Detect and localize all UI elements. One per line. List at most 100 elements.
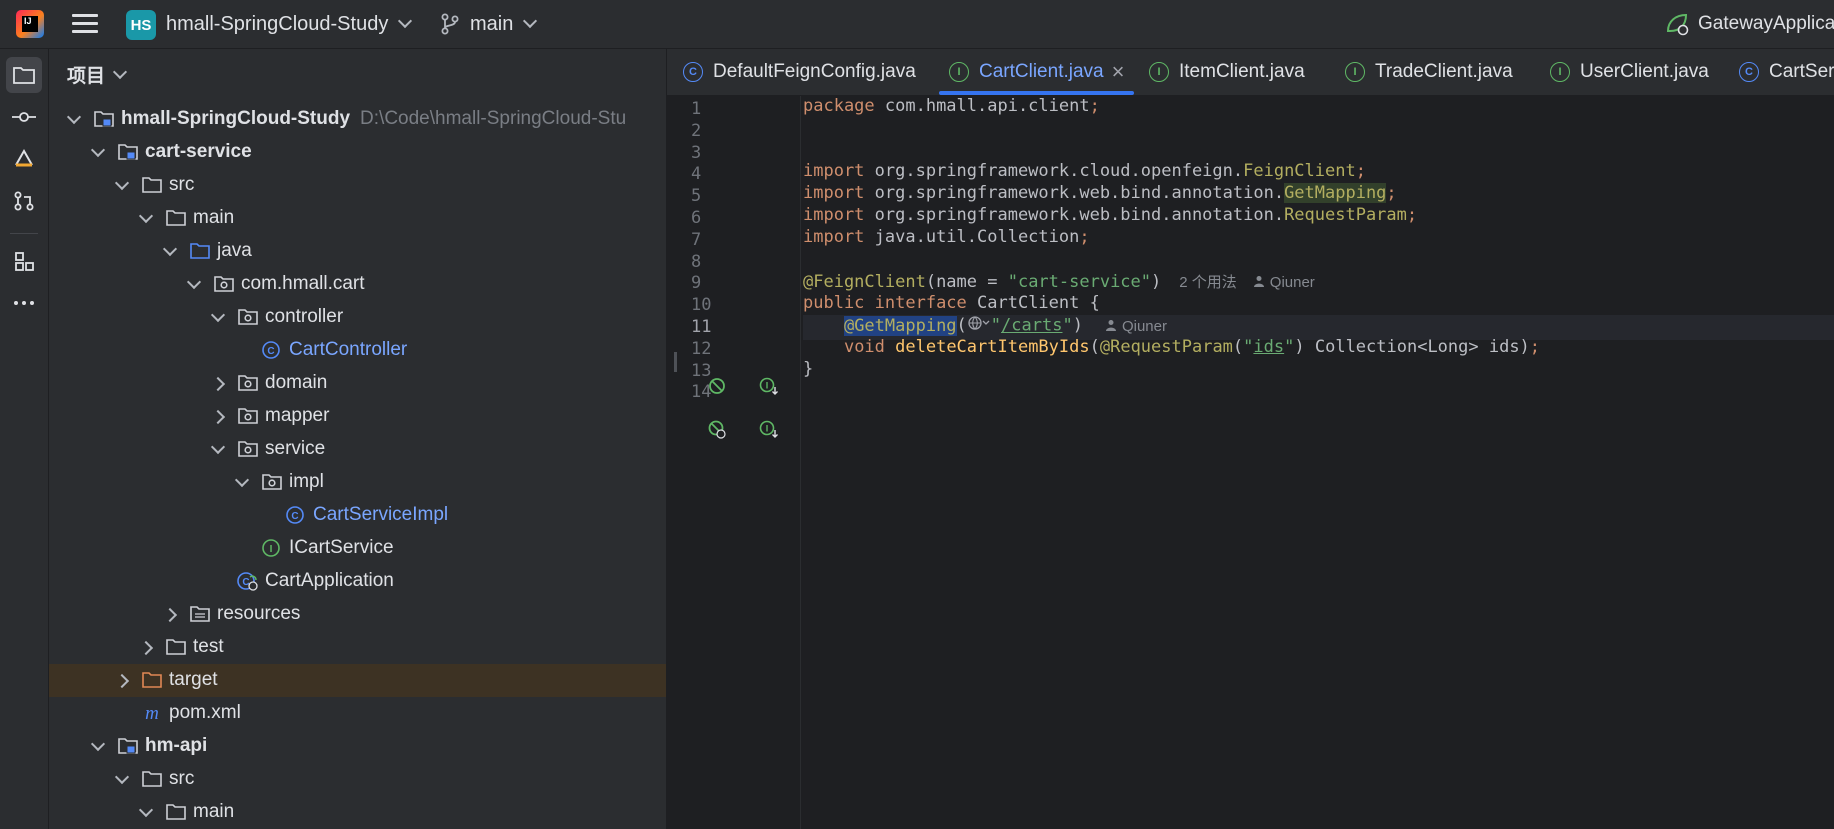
chevron-down-icon[interactable] xyxy=(66,109,82,125)
git-branch-icon xyxy=(441,13,459,35)
panel-title-label: 项目 xyxy=(67,66,106,87)
tree-row[interactable]: C CartServiceImpl xyxy=(49,499,666,532)
tree-row-label: main xyxy=(193,207,235,228)
chevron-down-icon[interactable] xyxy=(138,802,154,818)
editor-tab[interactable]: I UserClient.java xyxy=(1550,49,1709,95)
run-configuration-selector[interactable]: GatewayApplica xyxy=(1664,0,1834,48)
more-tools-button[interactable] xyxy=(6,285,42,321)
folder-icon xyxy=(141,175,163,195)
tree-row[interactable]: src xyxy=(49,169,666,202)
folder-icon xyxy=(13,67,35,84)
tree-row-label: main xyxy=(193,801,235,822)
chevron-down-icon[interactable] xyxy=(162,241,178,257)
interface-icon: I xyxy=(1149,62,1169,82)
project-badge[interactable]: HS xyxy=(126,10,156,40)
tree-row[interactable]: java xyxy=(49,235,666,268)
svg-text:I: I xyxy=(766,381,769,391)
folder-icon xyxy=(165,802,187,822)
chevron-down-icon[interactable] xyxy=(186,274,202,290)
chevron-right-icon[interactable] xyxy=(114,673,130,689)
class-icon: C xyxy=(683,62,703,82)
tree-row[interactable]: test xyxy=(49,631,666,664)
chevron-down-icon[interactable] xyxy=(114,175,130,191)
chevron-right-icon[interactable] xyxy=(162,607,178,623)
tree-row[interactable]: C CartController xyxy=(49,334,666,367)
tree-row[interactable]: domain xyxy=(49,367,666,400)
project-selector[interactable]: hmall-SpringCloud-Study xyxy=(166,0,413,48)
branch-selector[interactable]: main xyxy=(440,0,538,48)
string-quote: " xyxy=(1284,337,1295,357)
chevron-down-icon xyxy=(112,64,128,79)
chevron-right-icon[interactable] xyxy=(210,409,226,425)
tree-row[interactable]: C CartApplication xyxy=(49,565,666,598)
tree-row[interactable]: controller xyxy=(49,301,666,334)
line-number: 4 xyxy=(691,164,702,185)
main-menu-icon[interactable] xyxy=(72,13,98,35)
tree-row[interactable]: cart-service xyxy=(49,136,666,169)
paren: ( xyxy=(1089,337,1100,357)
tree-row[interactable]: mapper xyxy=(49,400,666,433)
chevron-down-icon[interactable] xyxy=(234,472,250,488)
chevron-down-icon[interactable] xyxy=(90,736,106,752)
ai-assistant-tool-button[interactable] xyxy=(6,141,42,177)
project-panel-title[interactable]: 项目 xyxy=(67,61,128,88)
interface-icon: I xyxy=(1345,62,1365,82)
close-tab-icon[interactable]: × xyxy=(1112,59,1125,85)
tree-row[interactable]: service xyxy=(49,433,666,466)
commit-tool-button[interactable] xyxy=(6,99,42,135)
tree-row[interactable]: main xyxy=(49,796,666,829)
chevron-right-icon[interactable] xyxy=(138,640,154,656)
project-tool-button[interactable] xyxy=(6,57,42,93)
tree-row[interactable]: hmall-SpringCloud-Study D:\Code\hmall-Spr… xyxy=(49,103,666,136)
project-name: hmall-SpringCloud-Study xyxy=(166,12,389,35)
editor-tab[interactable]: I ItemClient.java xyxy=(1149,49,1305,95)
package-icon xyxy=(213,274,235,294)
editor-tab[interactable]: I CartClient.java × xyxy=(939,49,1135,95)
url-globe-hint[interactable] xyxy=(967,315,991,336)
paren: ) xyxy=(1151,272,1162,292)
tree-row[interactable]: m pom.xml xyxy=(49,697,666,730)
import-class: FeignClient xyxy=(1243,161,1356,181)
tree-row[interactable]: main xyxy=(49,202,666,235)
line-number: 2 xyxy=(691,120,702,141)
chevron-right-icon[interactable] xyxy=(210,376,226,392)
chevron-down-icon[interactable] xyxy=(210,307,226,323)
editor-tab[interactable]: I TradeClient.java xyxy=(1345,49,1513,95)
ai-assistant-icon xyxy=(15,148,33,167)
usages-hint[interactable]: 2 个用法 xyxy=(1179,274,1237,291)
toolbar-divider xyxy=(10,233,38,234)
tree-row[interactable]: impl xyxy=(49,466,666,499)
code-view[interactable]: package com.hmall.api.client; import org… xyxy=(803,96,1834,829)
pull-requests-tool-button[interactable] xyxy=(6,183,42,219)
tree-row[interactable]: target xyxy=(49,664,666,697)
line-number: 3 xyxy=(691,142,702,163)
module-folder-icon xyxy=(117,142,139,162)
tree-row[interactable]: hm-api xyxy=(49,730,666,763)
chevron-down-icon[interactable] xyxy=(138,208,154,224)
tree-row[interactable]: resources xyxy=(49,598,666,631)
paren: ) xyxy=(1072,315,1083,336)
url-path[interactable]: /carts xyxy=(1001,316,1062,336)
chevron-down-icon[interactable] xyxy=(210,439,226,455)
chevron-down-icon[interactable] xyxy=(90,142,106,158)
implemented-method-icon[interactable]: I xyxy=(759,419,779,439)
editor-tab[interactable]: C CartSer xyxy=(1739,49,1834,95)
method-name: deleteCartItemByIds xyxy=(884,337,1090,357)
web-endpoint-icon[interactable] xyxy=(707,419,727,439)
author-hint[interactable]: Qiuner xyxy=(1253,274,1315,291)
structure-tool-button[interactable] xyxy=(6,243,42,279)
string-literal: "cart-service" xyxy=(1007,272,1152,292)
line-number: 5 xyxy=(691,186,702,207)
package-icon xyxy=(237,439,259,459)
implemented-interface-icon[interactable]: I xyxy=(759,376,779,396)
class-icon: C xyxy=(1739,62,1759,82)
tree-row[interactable]: src xyxy=(49,763,666,796)
editor-tab[interactable]: C DefaultFeignConfig.java xyxy=(683,49,916,95)
package-name: com.hmall.api.client xyxy=(874,96,1090,116)
intellij-logo-icon[interactable]: IJ xyxy=(16,10,44,38)
keyword: void xyxy=(843,337,885,357)
author-hint[interactable]: Qiuner xyxy=(1105,318,1167,335)
tree-row[interactable]: com.hmall.cart xyxy=(49,268,666,301)
chevron-down-icon[interactable] xyxy=(114,769,130,785)
tree-row[interactable]: I ICartService xyxy=(49,532,666,565)
